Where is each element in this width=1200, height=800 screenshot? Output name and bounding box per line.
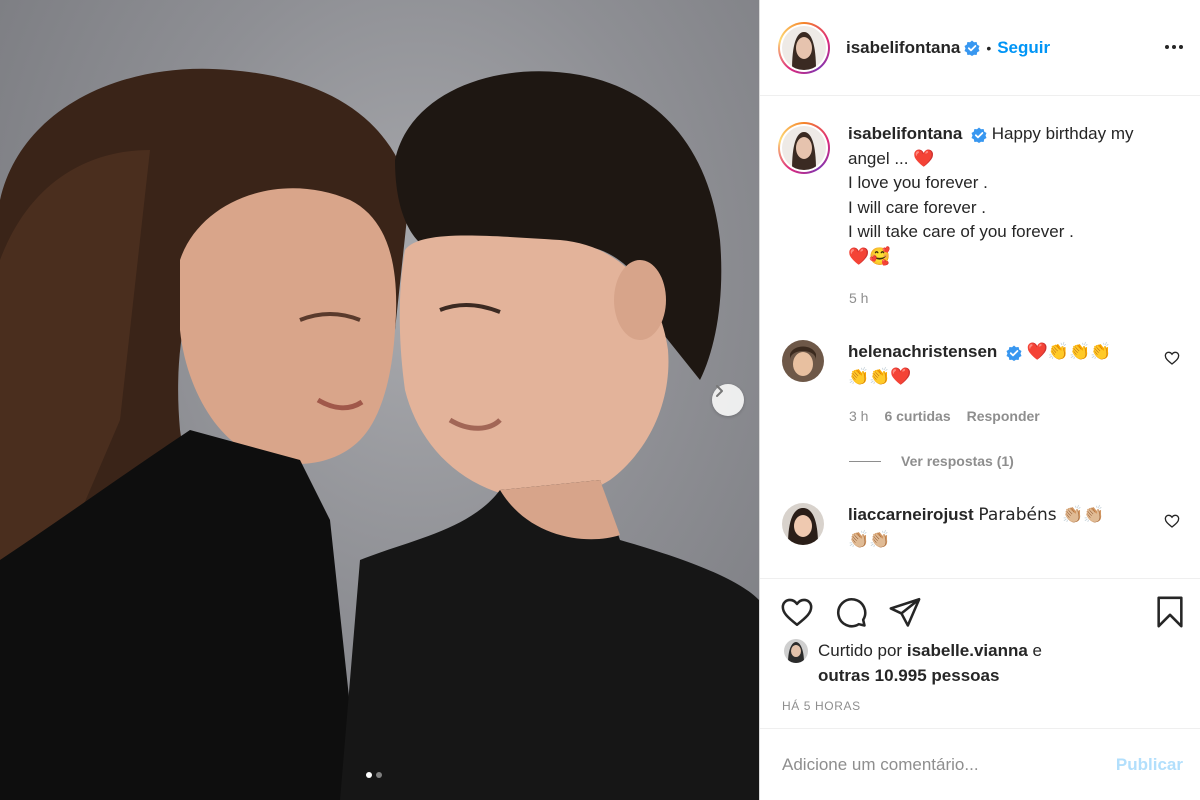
comment-text: ❤️👏👏👏 <box>1026 342 1112 362</box>
caption-line: I will take care of you forever . <box>848 222 1074 241</box>
comment-body: helenachristensen ❤️👏👏👏 👏👏❤️ <box>848 340 1148 389</box>
likes-prefix: Curtido por <box>818 641 903 660</box>
caption-line: I love you forever . <box>848 173 988 192</box>
next-photo-button[interactable] <box>712 384 744 416</box>
author-avatar[interactable] <box>778 21 830 74</box>
more-options-icon[interactable] <box>1163 36 1185 58</box>
next-arrow-icon <box>716 385 723 397</box>
post-photo[interactable] <box>0 0 759 800</box>
comment-like-icon[interactable] <box>1164 350 1180 366</box>
post-header: isabelifontana • Seguir <box>760 0 1200 96</box>
reply-button[interactable]: Responder <box>967 408 1040 424</box>
likes-others[interactable]: outras 10.995 pessoas <box>818 666 999 685</box>
verified-icon <box>971 127 987 143</box>
comment-text: 👏🏼👏🏼 <box>848 529 891 550</box>
commenter-avatar[interactable] <box>782 340 824 382</box>
caption: isabelifontana Happy birthday my angel .… <box>778 122 1188 269</box>
likes-conj: e <box>1032 641 1042 660</box>
likes-text: Curtido por isabelle.vianna e outras 10.… <box>818 639 1042 688</box>
likes-summary: Curtido por isabelle.vianna e outras 10.… <box>784 639 1042 688</box>
caption-author-avatar[interactable] <box>778 122 830 174</box>
comments-list[interactable]: isabelifontana Happy birthday my angel .… <box>760 97 1200 577</box>
caption-line: Happy birthday my <box>991 124 1134 143</box>
publish-button[interactable]: Publicar <box>1116 755 1183 775</box>
caption-text: isabelifontana Happy birthday my angel .… <box>848 122 1178 269</box>
carousel-dot-active <box>366 772 372 778</box>
like-icon[interactable] <box>780 595 814 629</box>
commenter-username[interactable]: helenachristensen <box>848 342 997 361</box>
liker-username[interactable]: isabelle.vianna <box>907 641 1028 660</box>
caption-username[interactable]: isabelifontana <box>848 124 962 143</box>
comment-time[interactable]: 3 h <box>849 408 868 424</box>
replies-divider <box>849 460 881 462</box>
comment-input[interactable] <box>782 754 1116 775</box>
comment-body: liaccarneirojust Parabéns 👏🏼👏🏼 👏🏼👏🏼 <box>848 503 1148 552</box>
comment-item: liaccarneirojust Parabéns 👏🏼👏🏼 👏🏼👏🏼 <box>782 503 1192 552</box>
post-image <box>0 68 759 800</box>
comment-text: Parabéns 👏🏼👏🏼 <box>978 505 1105 525</box>
follow-button[interactable]: Seguir <box>997 38 1050 58</box>
carousel-dot <box>376 772 382 778</box>
comment-icon[interactable] <box>834 595 868 629</box>
add-comment-bar: Publicar <box>760 728 1200 800</box>
caption-emoji: ❤️ <box>913 148 935 169</box>
caption-line: I will care forever . <box>848 197 986 217</box>
post-actions: Curtido por isabelle.vianna e outras 10.… <box>760 578 1200 718</box>
liker-avatar[interactable] <box>784 639 808 663</box>
view-replies-button[interactable]: Ver respostas (1) <box>849 453 1014 469</box>
comment-meta: 3 h 6 curtidas Responder <box>849 408 1040 424</box>
share-icon[interactable] <box>888 595 922 629</box>
commenter-username[interactable]: liaccarneirojust <box>848 505 974 524</box>
verified-icon <box>964 40 980 56</box>
comment-text: 👏👏❤️ <box>848 366 912 387</box>
caption-emoji: ❤️🥰 <box>848 246 891 267</box>
comment-item: helenachristensen ❤️👏👏👏 👏👏❤️ <box>782 340 1192 389</box>
header-separator: • <box>986 39 992 56</box>
bookmark-icon[interactable] <box>1154 595 1186 629</box>
post-timestamp[interactable]: HÁ 5 HORAS <box>782 699 861 713</box>
post-side-panel: isabelifontana • Seguir isabelifontana H… <box>759 0 1200 800</box>
commenter-avatar[interactable] <box>782 503 824 545</box>
carousel-indicator <box>366 772 382 778</box>
author-username[interactable]: isabelifontana <box>846 38 960 58</box>
comment-likes[interactable]: 6 curtidas <box>884 408 950 424</box>
avatar-image <box>782 25 826 70</box>
caption-line: angel ... <box>848 148 909 168</box>
comment-like-icon[interactable] <box>1164 513 1180 529</box>
caption-time[interactable]: 5 h <box>849 290 868 306</box>
avatar-image <box>782 126 826 170</box>
verified-icon <box>1006 345 1022 361</box>
view-replies-label: Ver respostas (1) <box>901 453 1014 469</box>
